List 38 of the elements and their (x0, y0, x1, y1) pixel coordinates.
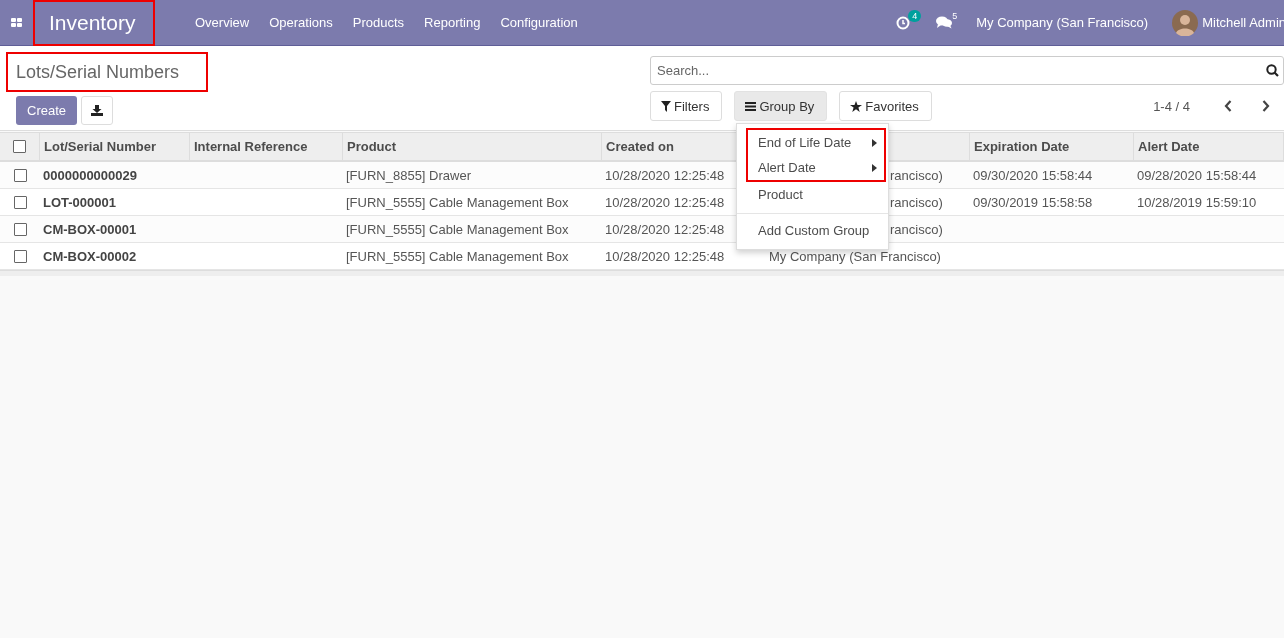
create-button[interactable]: Create (16, 96, 78, 125)
search-icon[interactable] (1266, 64, 1279, 77)
row-checkbox[interactable] (13, 222, 27, 236)
filters-button[interactable]: Filters (650, 91, 723, 121)
clock-icon[interactable] (896, 15, 911, 30)
nav-menu-item[interactable]: Configuration (490, 15, 588, 30)
nav-menu-item[interactable]: Overview (185, 15, 260, 30)
column-header[interactable]: Lot/Serial Number (40, 133, 190, 162)
group-by-button[interactable]: Group By (734, 91, 828, 121)
nav-menu-item[interactable]: Operations (259, 15, 343, 30)
page-title: Lots/Serial Numbers (6, 52, 208, 92)
caret-icon (872, 163, 877, 172)
column-header[interactable]: Expiration Date (970, 133, 1134, 162)
company-switcher[interactable]: My Company (San Francisco) (962, 15, 1163, 30)
pager-value: 1-4 / 4 (1153, 98, 1191, 114)
row-checkbox[interactable] (13, 249, 27, 263)
row-checkbox[interactable] (13, 168, 27, 182)
avatar[interactable] (1172, 9, 1199, 36)
download-button[interactable] (81, 96, 114, 125)
nav-menu-item[interactable]: Products (342, 15, 415, 30)
nav-menu-item[interactable]: Reporting (414, 15, 491, 30)
activity-count-badge: 4 (908, 9, 922, 22)
menu-item[interactable]: Add Custom Group (737, 213, 888, 247)
column-header[interactable]: Alert Date (1134, 133, 1284, 162)
message-count: 5 (951, 10, 959, 22)
star-icon (850, 100, 863, 112)
column-header[interactable]: Product (343, 133, 602, 162)
chat-icon[interactable] (936, 16, 953, 29)
list-icon (745, 101, 757, 111)
download-icon (91, 105, 104, 116)
app-name: Inventory (33, 0, 155, 46)
search-field[interactable]: Search... (650, 56, 1284, 85)
funnel-icon (661, 100, 671, 112)
select-all-checkbox[interactable] (13, 140, 26, 153)
caret-icon (872, 138, 877, 147)
favorites-button[interactable]: Favorites (839, 91, 932, 121)
row-checkbox[interactable] (13, 195, 27, 209)
column-header[interactable]: Internal Reference (190, 133, 343, 162)
